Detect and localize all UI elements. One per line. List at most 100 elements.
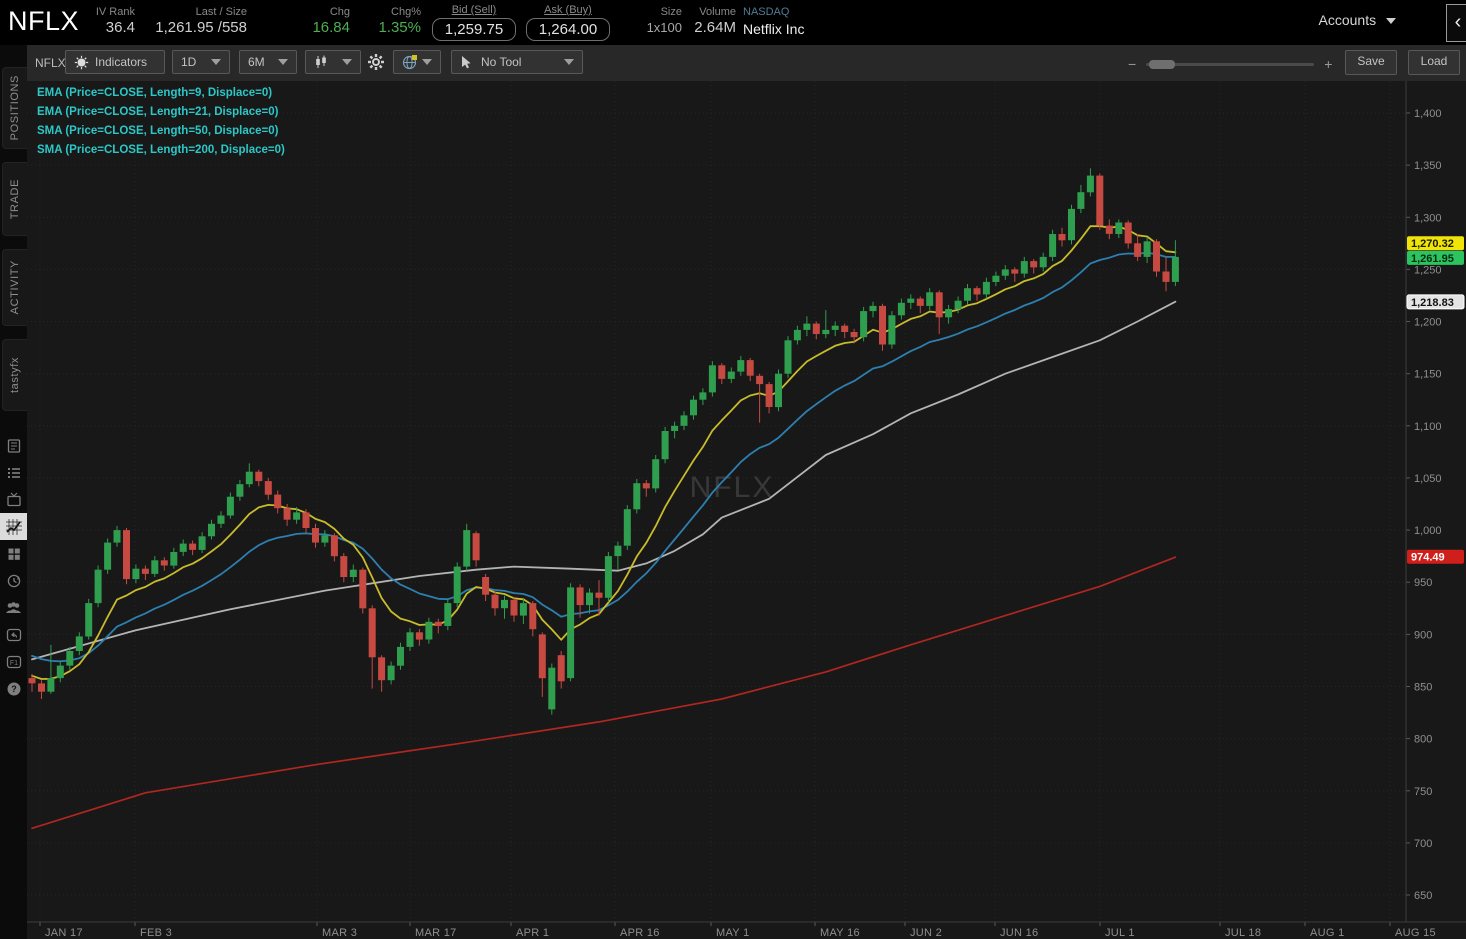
history-icon[interactable] [0,567,27,594]
legend-ema21[interactable]: EMA (Price=CLOSE, Length=21, Displace=0) [37,103,285,122]
timeframe-dropdown[interactable]: 1D [172,50,230,74]
svg-text:AUG 15: AUG 15 [1395,927,1436,939]
save-button[interactable]: Save [1345,50,1397,75]
chart-type-dropdown[interactable] [305,50,361,74]
iv-rank-value: 36.4 [105,19,135,36]
f1-icon[interactable]: F1 [0,648,27,675]
load-button[interactable]: Load [1408,50,1460,75]
svg-text:1,100: 1,100 [1414,421,1442,433]
svg-text:1,218.83: 1,218.83 [1411,297,1454,309]
ema9-line [31,225,1177,680]
zoom-out-button[interactable]: − [1128,56,1136,72]
legend-sma200[interactable]: SMA (Price=CLOSE, Length=200, Displace=0… [37,141,285,160]
help-icon[interactable]: ? [0,675,27,702]
gear-icon [368,54,384,70]
svg-text:974.49: 974.49 [1411,552,1445,564]
chg-value: 16.84 [312,19,350,36]
sidebar-tab-trade[interactable]: TRADE [2,162,27,236]
svg-text:JAN 17: JAN 17 [45,927,83,939]
zoom-slider[interactable] [1146,59,1315,69]
svg-text:JUN 2: JUN 2 [910,927,942,939]
chart-icon[interactable] [0,513,27,540]
iv-rank-label: IV Rank [95,6,135,18]
compare-dropdown[interactable] [393,50,441,74]
range-dropdown[interactable]: 6M [239,50,297,74]
sidebar-tab-activity[interactable]: ACTIVITY [2,249,27,326]
sma200-line [31,556,1177,830]
volume-label: Volume [699,6,736,18]
svg-text:JUL 18: JUL 18 [1225,927,1261,939]
list-icon[interactable] [0,459,27,486]
sidebar-tab-positions-label: POSITIONS [9,75,21,141]
undo-icon[interactable] [0,621,27,648]
candlestick-icon [316,55,326,68]
volume-column: Volume 2.64M [686,6,736,38]
candlestick-chart-canvas[interactable]: 650 700 750 800 850 900 950 1,000 1,050 1,100 1,15… [27,81,1466,939]
symbol-title: NFLX [8,6,80,36]
sidebar-tab-positions[interactable]: POSITIONS [2,67,27,149]
size-label: Size [660,6,682,18]
legend-ema9[interactable]: EMA (Price=CLOSE, Length=9, Displace=0) [37,84,285,103]
chg-label: Chg [329,6,350,18]
svg-text:JUN 16: JUN 16 [1000,927,1038,939]
ask-column: Ask (Buy) 1,264.00 [522,4,614,41]
indicators-button[interactable]: Indicators [65,50,165,74]
accounts-label: Accounts [1318,12,1377,28]
chart-settings-button[interactable] [367,53,385,76]
chevron-down-icon [1386,18,1396,25]
bid-label: Bid (Sell) [451,4,497,16]
journal-icon[interactable] [0,432,27,459]
indicators-label: Indicators [95,55,148,69]
svg-text:1,200: 1,200 [1414,317,1442,329]
collapse-panel-button[interactable]: ‹ [1446,4,1466,42]
grid-icon[interactable] [0,540,27,567]
svg-text:700: 700 [1414,838,1432,850]
ask-buy-button[interactable]: 1,264.00 [525,18,611,41]
ema21-line [31,251,1177,663]
sidebar-tab-tastyfx[interactable]: tastyfx [2,339,27,411]
zoom-slider-handle[interactable] [1149,59,1176,69]
price-label-sma200: 974.49 [1407,549,1464,564]
svg-text:AUG 1: AUG 1 [1310,927,1345,939]
svg-text:MAY 1: MAY 1 [716,927,750,939]
toolbar-symbol: NFLX [35,56,66,70]
chevron-left-icon: ‹ [1454,11,1462,33]
cursor-icon [462,56,471,69]
svg-text:1,300: 1,300 [1414,212,1442,224]
drawing-tool-dropdown[interactable]: No Tool [451,50,583,74]
chevron-down-icon [211,59,221,65]
range-value: 6M [248,55,265,69]
svg-text:1,270.32: 1,270.32 [1411,238,1454,250]
svg-text:MAY 16: MAY 16 [820,927,860,939]
size-column: Size 1x100 [622,6,682,38]
drawing-tool-value: No Tool [481,55,522,69]
svg-text:1,250: 1,250 [1414,264,1442,276]
zoom-in-button[interactable]: + [1324,56,1332,72]
svg-text:800: 800 [1414,734,1432,746]
volume-value: 2.64M [694,19,736,36]
svg-text:FEB 3: FEB 3 [140,927,172,939]
svg-text:850: 850 [1414,682,1432,694]
left-sidebar: POSITIONS TRADE ACTIVITY tastyfx F1 ? [0,45,28,939]
bid-column: Bid (Sell) 1,259.75 [428,4,520,41]
company-name: Netflix Inc [743,21,805,37]
chart-area[interactable]: EMA (Price=CLOSE, Length=9, Displace=0) … [27,81,1466,939]
accounts-dropdown[interactable]: Accounts [1319,12,1396,28]
monitor-icon[interactable] [0,486,27,513]
chevron-down-icon [278,59,288,65]
chart-toolbar: NFLX Indicators 1D 6M No Tool − + Save L… [27,45,1466,82]
globe-icon [402,55,417,70]
exchange-name: NASDAQ [743,6,790,18]
legend-sma50[interactable]: SMA (Price=CLOSE, Length=50, Displace=0) [37,122,285,141]
bid-sell-button[interactable]: 1,259.75 [431,18,517,41]
sma50-line [31,300,1177,661]
svg-text:650: 650 [1414,890,1432,902]
chg-pct-value: 1.35% [378,19,421,36]
svg-text:MAR 3: MAR 3 [322,927,357,939]
ask-label: Ask (Buy) [544,4,592,16]
svg-text:900: 900 [1414,629,1432,641]
trading-platform-window: NFLX IV Rank 36.4 Last / Size 1,261.95 /… [0,0,1466,939]
svg-text:APR 1: APR 1 [516,927,549,939]
people-icon[interactable] [0,594,27,621]
chevron-down-icon [342,59,352,65]
